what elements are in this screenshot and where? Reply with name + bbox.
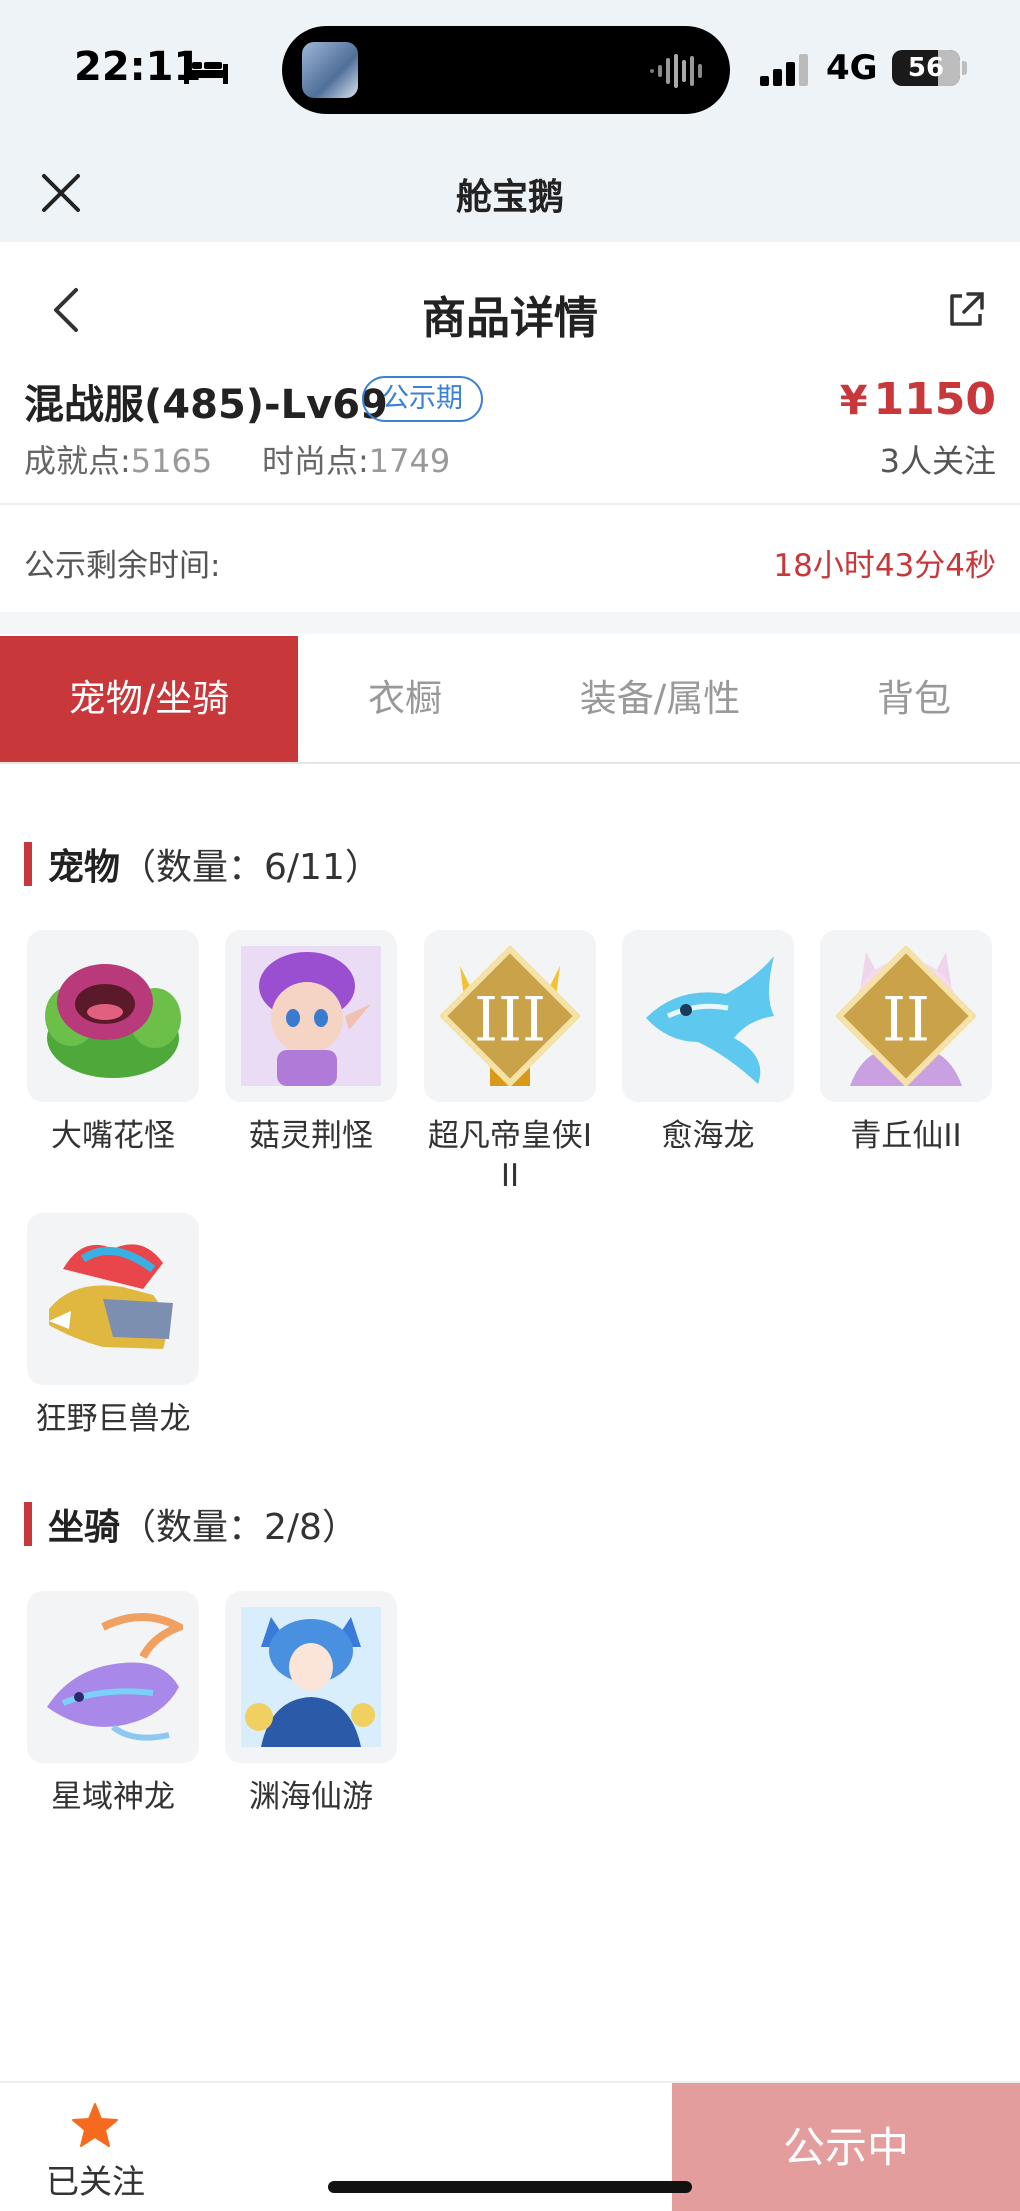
pet-item[interactable]: II 青丘仙II	[820, 930, 992, 1156]
price-value: 1150	[873, 374, 996, 425]
mini-app-header: 舱宝鹅	[0, 140, 1020, 242]
status-time: 22:11	[74, 44, 202, 90]
mini-app-title: 舱宝鹅	[455, 177, 564, 218]
pet-item[interactable]: 狂野巨兽龙	[27, 1213, 199, 1439]
section-gap	[0, 612, 1020, 634]
pet-thumbnail: III	[424, 930, 596, 1102]
star-dragon-icon	[47, 1613, 183, 1741]
mount-name: 星域神龙	[51, 1779, 175, 1815]
share-icon[interactable]	[946, 290, 986, 330]
fashion-points: 时尚点:1749	[262, 436, 450, 482]
pets-count: （数量：6/11）	[120, 847, 381, 888]
price: ¥1150	[840, 374, 996, 425]
sea-dragon-icon	[646, 956, 774, 1084]
pet-thumbnail: II	[820, 930, 992, 1102]
follower-count: 3人关注	[879, 442, 996, 480]
mount-item[interactable]: 渊海仙游	[225, 1591, 397, 1817]
page-title: 商品详情	[422, 293, 598, 344]
price-currency: ¥	[839, 378, 868, 424]
tab-bar: 宠物/坐骑 衣橱 装备/属性 背包	[0, 636, 1020, 764]
fashion-value: 1749	[368, 442, 451, 480]
tab-pets-mounts[interactable]: 宠物/坐骑	[0, 636, 298, 762]
tier-badge-icon: II	[836, 946, 976, 1086]
tier-label: II	[882, 985, 930, 1055]
pet-name: 菇灵荆怪	[249, 1118, 373, 1154]
follow-button-label[interactable]: 已关注	[46, 2155, 145, 2203]
tab-backpack[interactable]: 背包	[808, 636, 1020, 762]
pet-item[interactable]: 菇灵荆怪	[225, 930, 397, 1156]
pet-thumbnail	[622, 930, 794, 1102]
flower-monster-icon	[45, 964, 181, 1078]
star-icon[interactable]	[70, 2101, 120, 2151]
pet-name: 狂野巨兽龙	[35, 1401, 191, 1437]
pet-name: 青丘仙II	[850, 1118, 962, 1154]
achievement-value: 5165	[130, 442, 213, 480]
pet-item[interactable]: 愈海龙	[622, 930, 794, 1156]
sound-wave-icon	[650, 54, 702, 88]
battery-level: 56	[907, 53, 945, 83]
mounts-title: 坐骑	[48, 1507, 121, 1548]
network-label: 4G	[826, 48, 878, 88]
battery-indicator: 56	[892, 50, 960, 86]
home-indicator	[328, 2181, 692, 2193]
pets-title: 宠物	[48, 847, 121, 888]
achievement-points: 成就点:5165	[24, 436, 212, 482]
bed-icon	[184, 54, 228, 84]
pet-name: 愈海龙	[661, 1118, 755, 1154]
divider	[0, 503, 1020, 505]
mount-thumbnail	[27, 1591, 199, 1763]
mounts-section-title: 坐骑 （数量：2/8）	[24, 1498, 358, 1550]
status-bar: 22:11 4G 56	[0, 0, 1020, 140]
tier-label: III	[474, 985, 546, 1055]
wild-beast-dragon-icon	[49, 1244, 173, 1349]
publishing-status-button[interactable]: 公示中	[672, 2083, 1020, 2211]
section-marker	[24, 842, 32, 886]
pet-name: 超凡帝皇侠III	[427, 1118, 593, 1194]
pet-item[interactable]: 大嘴花怪	[27, 930, 199, 1156]
status-badge: 公示期	[362, 376, 483, 422]
pets-section-title: 宠物 （数量：6/11）	[24, 838, 381, 890]
dynamic-island	[282, 26, 730, 114]
app-thumbnail-icon	[302, 42, 358, 98]
mount-thumbnail	[225, 1591, 397, 1763]
section-marker	[24, 1502, 32, 1546]
pet-thumbnail	[27, 930, 199, 1102]
pet-thumbnail	[27, 1213, 199, 1385]
mount-item[interactable]: 星域神龙	[27, 1591, 199, 1817]
product-name: 混战服(485)-Lv69	[24, 382, 388, 428]
pet-name: 大嘴花怪	[51, 1118, 175, 1154]
achievement-label: 成就点:	[24, 442, 131, 480]
tier-badge-icon: III	[440, 946, 580, 1086]
mount-name: 渊海仙游	[249, 1779, 373, 1815]
tab-wardrobe[interactable]: 衣橱	[298, 636, 512, 762]
nav-bar: 商品详情	[0, 242, 1020, 376]
mounts-count: （数量：2/8）	[120, 1507, 358, 1548]
pet-item[interactable]: III 超凡帝皇侠III	[424, 930, 596, 1196]
abyss-immortal-icon	[241, 1607, 381, 1747]
pet-thumbnail	[225, 930, 397, 1102]
mushroom-sprite-icon	[241, 946, 381, 1086]
countdown-value: 18小时43分4秒	[773, 548, 996, 584]
tab-equipment-attributes[interactable]: 装备/属性	[512, 636, 808, 762]
fashion-label: 时尚点:	[262, 442, 369, 480]
signal-icon	[760, 54, 808, 86]
countdown-label: 公示剩余时间:	[24, 548, 221, 584]
